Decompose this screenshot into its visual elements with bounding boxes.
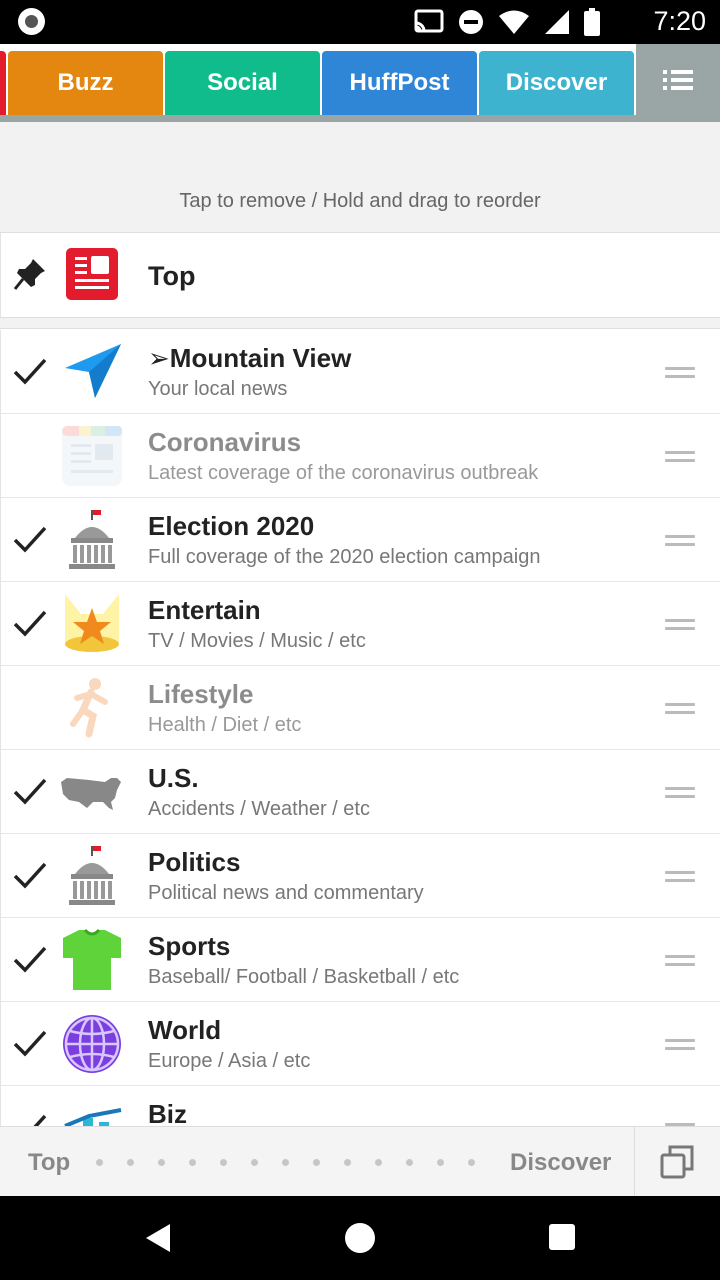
category-list: ➢Mountain View Your local news Coronavir… — [0, 330, 720, 1126]
pin-icon — [13, 259, 45, 290]
tab-discover[interactable]: Discover — [479, 51, 634, 115]
cast-icon — [414, 9, 444, 33]
category-subtitle: Full coverage of the 2020 election campa… — [148, 546, 541, 568]
tab-buzz[interactable]: Buzz — [8, 51, 163, 115]
capitol-icon — [69, 846, 115, 905]
pinned-top-row: Top — [0, 233, 720, 318]
list-item-coronavirus[interactable]: Coronavirus Latest coverage of the coron… — [0, 414, 720, 498]
list-menu-icon — [663, 70, 693, 90]
category-subtitle: Political news and commentary — [148, 882, 424, 904]
check-icon — [13, 862, 47, 889]
news-card-icon — [62, 426, 122, 486]
category-subtitle: Baseball/ Football / Basketball / etc — [148, 966, 460, 988]
drag-handle-icon[interactable] — [665, 619, 695, 631]
recents-icon[interactable] — [548, 1223, 576, 1251]
drag-handle-icon[interactable] — [665, 367, 695, 379]
check-icon — [13, 610, 47, 637]
check-icon — [13, 526, 47, 553]
category-title: ➢Mountain View — [148, 343, 352, 373]
category-title: Coronavirus — [148, 427, 302, 457]
drag-handle-icon[interactable] — [665, 955, 695, 967]
screen-record-icon — [18, 8, 45, 35]
check-icon — [13, 778, 47, 805]
edit-hint-area: Tap to remove / Hold and drag to reorder — [0, 122, 720, 233]
capitol-icon — [69, 510, 115, 569]
tab-huffpost[interactable]: HuffPost — [322, 51, 477, 115]
page-dots — [96, 1159, 475, 1166]
bottom-top-label[interactable]: Top — [28, 1149, 70, 1177]
check-icon — [13, 358, 47, 385]
chart-icon — [64, 1108, 122, 1126]
list-item-lifestyle[interactable]: Lifestyle Health / Diet / etc — [0, 666, 720, 750]
list-item-world[interactable]: World Europe / Asia / etc — [0, 1002, 720, 1086]
location-arrow-icon — [65, 344, 121, 398]
top-news-icon — [66, 248, 118, 300]
category-title: Biz — [148, 1099, 187, 1126]
globe-icon — [63, 1015, 121, 1073]
list-item-us[interactable]: U.S. Accidents / Weather / etc — [0, 750, 720, 834]
category-subtitle: TV / Movies / Music / etc — [148, 630, 366, 652]
drag-handle-icon[interactable] — [665, 1039, 695, 1051]
bottom-divider — [634, 1127, 635, 1197]
check-icon — [13, 1030, 47, 1057]
category-title: Entertain — [148, 595, 261, 625]
do-not-disturb-icon — [459, 10, 483, 34]
category-title: U.S. — [148, 763, 199, 793]
wifi-icon — [499, 10, 529, 34]
list-item-entertain[interactable]: Entertain TV / Movies / Music / etc — [0, 582, 720, 666]
list-item-sports[interactable]: Sports Baseball/ Football / Basketball /… — [0, 918, 720, 1002]
edit-hint-text: Tap to remove / Hold and drag to reorder — [179, 190, 541, 212]
star-spotlight-icon — [65, 594, 119, 652]
tab-underline — [0, 115, 720, 122]
drag-handle-icon[interactable] — [665, 787, 695, 799]
tab-list-menu-button[interactable] — [636, 44, 720, 116]
back-icon[interactable] — [144, 1222, 172, 1254]
category-subtitle: Latest coverage of the coronavirus outbr… — [148, 462, 539, 484]
status-icons — [414, 8, 600, 36]
usa-map-icon — [61, 778, 121, 810]
drag-handle-icon[interactable] — [665, 871, 695, 883]
category-subtitle: Health / Diet / etc — [148, 714, 302, 736]
check-icon — [33, 1114, 47, 1126]
list-item-biz[interactable]: Biz — [0, 1086, 720, 1126]
drag-handle-icon[interactable] — [665, 703, 695, 715]
category-subtitle: Your local news — [148, 378, 288, 400]
category-tab-bar: Buzz Social HuffPost Discover — [0, 44, 720, 122]
drag-handle-icon[interactable] — [665, 535, 695, 547]
check-icon — [13, 946, 47, 973]
list-item-politics[interactable]: Politics Political news and commentary — [0, 834, 720, 918]
category-title: Election 2020 — [148, 511, 315, 541]
pinned-top-label: Top — [148, 261, 196, 291]
battery-icon — [584, 8, 600, 36]
jersey-icon — [63, 928, 121, 990]
signal-icon — [545, 10, 569, 34]
list-item-election-2020[interactable]: Election 2020 Full coverage of the 2020 … — [0, 498, 720, 582]
bottom-discover-label[interactable]: Discover — [510, 1149, 611, 1177]
category-subtitle: Accidents / Weather / etc — [148, 798, 370, 820]
category-title: Sports — [148, 931, 231, 961]
category-title: World — [148, 1015, 222, 1045]
runner-icon — [70, 678, 108, 738]
status-bar: 7:20 — [0, 0, 720, 44]
category-subtitle: Europe / Asia / etc — [148, 1050, 311, 1072]
windows-icon[interactable] — [660, 1145, 694, 1179]
clock: 7:20 — [653, 6, 706, 36]
bottom-page-indicator-bar: Top Discover — [0, 1126, 720, 1197]
section-divider — [0, 318, 720, 329]
tab-partial[interactable] — [0, 51, 6, 115]
system-nav-bar — [0, 1196, 720, 1280]
category-title: Lifestyle — [148, 679, 254, 709]
list-item-mountain-view[interactable]: ➢Mountain View Your local news — [0, 330, 720, 414]
category-title: Politics — [148, 847, 241, 877]
tab-social[interactable]: Social — [165, 51, 320, 115]
drag-handle-icon[interactable] — [665, 451, 695, 463]
home-icon[interactable] — [344, 1222, 376, 1254]
